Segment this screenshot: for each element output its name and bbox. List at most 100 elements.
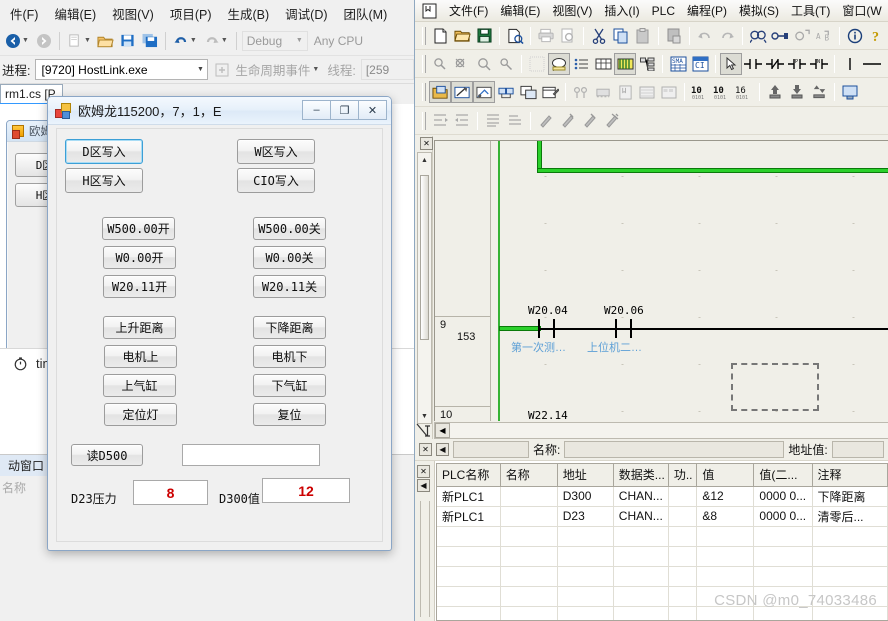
list-icon[interactable] <box>570 53 592 75</box>
contact-n-icon[interactable]: N <box>808 53 830 75</box>
new-item-dropdown-icon[interactable]: ▼ <box>84 37 91 44</box>
project-icon[interactable] <box>429 81 451 103</box>
cx-menu-simulation[interactable]: 模拟(S) <box>733 0 785 21</box>
contact-w2006-right-bar[interactable] <box>630 319 632 338</box>
col-comment[interactable]: 注释 <box>812 464 888 487</box>
vs-menu-debug[interactable]: 调试(D) <box>277 1 335 26</box>
window-icon[interactable] <box>517 81 539 103</box>
h-area-write-button[interactable]: H区写入 <box>65 168 143 193</box>
transfer-from-plc-icon[interactable] <box>786 81 808 103</box>
contact-w2004-right-bar[interactable] <box>553 319 555 338</box>
contact-p-icon[interactable]: P <box>786 53 808 75</box>
table-row[interactable]: 新PLC1 D300 CHAN... &12 0000 0... 下降距离 <box>437 486 888 507</box>
vs-autos-window-tab[interactable]: 动窗口 <box>0 455 54 476</box>
redo-dropdown-icon[interactable]: ▼ <box>221 37 228 44</box>
namebar-close-icon[interactable]: ✕ <box>419 443 432 456</box>
scroll-down-arrow-icon[interactable]: ▼ <box>420 411 429 421</box>
toolbar-grip-3[interactable] <box>422 83 426 101</box>
monitor-icon[interactable] <box>839 81 861 103</box>
compile-icon[interactable] <box>451 81 473 103</box>
locate-lamp-button[interactable]: 定位灯 <box>104 403 177 426</box>
ladder-horizontal-scrollbar[interactable]: ◀ <box>434 422 888 439</box>
vs-menu-build[interactable]: 生成(B) <box>219 1 277 26</box>
info-icon[interactable] <box>844 25 866 47</box>
platform-combo[interactable]: Any CPU <box>309 30 376 51</box>
omron-hostlink-dialog[interactable]: 欧姆龙115200，7，1，E – ❐ ✕ D区写入 H区写入 W区写入 CIO… <box>47 96 392 551</box>
undo-icon[interactable] <box>171 31 191 51</box>
thread-combo[interactable]: [259 <box>360 59 414 80</box>
col-plc-name[interactable]: PLC名称 <box>437 464 501 487</box>
contact-address[interactable]: W20.04 <box>528 304 568 317</box>
lifecycle-dropdown-icon[interactable]: ▼ <box>312 66 319 73</box>
print-preview-doc-icon[interactable] <box>504 25 526 47</box>
properties-icon[interactable] <box>539 81 561 103</box>
vs-menu-project[interactable]: 项目(P) <box>162 1 220 26</box>
comment-icon[interactable] <box>548 52 570 75</box>
build-config-combo[interactable]: Debug ▼ <box>241 30 308 51</box>
col-address[interactable]: 地址 <box>557 464 614 487</box>
d300-value[interactable]: 12 <box>262 478 350 503</box>
w2011-off-button[interactable]: W20.11关 <box>253 275 326 298</box>
omron-dialog-titlebar[interactable]: 欧姆龙115200，7，1，E – ❐ ✕ <box>48 97 391 125</box>
d-area-write-button[interactable]: D区写入 <box>65 139 143 164</box>
cx-menu-tools[interactable]: 工具(T) <box>785 0 836 21</box>
motor-up-button[interactable]: 电机上 <box>104 345 177 368</box>
panel-close-icon[interactable]: ✕ <box>420 136 433 150</box>
ladder-resize-icon[interactable] <box>416 423 432 439</box>
w0-on-button[interactable]: W0.00开 <box>103 246 176 269</box>
save-all-icon[interactable] <box>140 31 160 51</box>
table-row-empty[interactable] <box>437 526 888 547</box>
contact-w2004-left-bar[interactable] <box>538 319 540 338</box>
table-row[interactable]: 新PLC1 D23 CHAN... &8 0000 0... 清零后... <box>437 506 888 527</box>
help-icon[interactable]: ? <box>866 25 888 47</box>
cio-icon[interactable]: CI <box>689 53 711 75</box>
cx-menu-file[interactable]: 文件(F) <box>443 0 494 21</box>
w500-on-button[interactable]: W500.00开 <box>102 217 175 240</box>
w-area-write-button[interactable]: W区写入 <box>237 139 315 164</box>
read-d500-button[interactable]: 读D500 <box>71 444 143 466</box>
dec-10-icon[interactable]: 10 0101 <box>689 81 711 103</box>
col-datatype[interactable]: 数据类... <box>613 464 669 487</box>
vs-menu-file[interactable]: 件(F) <box>2 1 46 26</box>
back-dropdown-icon[interactable]: ▼ <box>22 37 29 44</box>
ladder-icon[interactable] <box>614 52 636 75</box>
save-icon[interactable] <box>118 31 138 51</box>
open-folder-icon[interactable] <box>96 31 116 51</box>
cx-menu-view[interactable]: 视图(V) <box>546 0 598 21</box>
cx-menu-plc[interactable]: PLC <box>646 2 681 20</box>
col-name[interactable]: 名称 <box>500 464 558 487</box>
cx-menu-edit[interactable]: 编辑(E) <box>494 0 546 21</box>
name-input[interactable] <box>564 441 785 458</box>
minimize-button[interactable]: – <box>302 100 331 120</box>
hline-icon[interactable] <box>861 53 883 75</box>
ladder-canvas[interactable]: 9 153 10 W20.04 W20.06 第一次测… 上位机二… W22.1… <box>434 140 888 421</box>
find-icon[interactable] <box>747 25 769 47</box>
toolbar-grip-2[interactable] <box>422 54 426 73</box>
watch-close-icon[interactable]: ✕ <box>417 465 430 478</box>
transfer-to-plc-icon[interactable] <box>764 81 786 103</box>
col-binvalue[interactable]: 值(二... <box>753 464 813 487</box>
scrollbar-thumb[interactable] <box>420 175 429 340</box>
toolbar-grip[interactable] <box>422 26 426 45</box>
cylinder-down-button[interactable]: 下气缸 <box>253 374 326 397</box>
col-value[interactable]: 值 <box>696 464 755 487</box>
toolbar-grip-4[interactable] <box>422 111 426 130</box>
new-file-icon[interactable] <box>429 25 451 47</box>
vs-menu-team[interactable]: 团队(M) <box>336 1 396 26</box>
contact-address[interactable]: W22.14 <box>528 409 568 421</box>
contact-w2006-left-bar[interactable] <box>615 319 617 338</box>
tree-icon[interactable] <box>636 53 658 75</box>
namebar-prev-icon[interactable]: ◀ <box>436 443 449 456</box>
contact-no-icon[interactable] <box>742 53 764 75</box>
rise-distance-button[interactable]: 上升距离 <box>103 316 176 339</box>
watch-prev-icon[interactable]: ◀ <box>417 479 430 492</box>
back-arrow-icon[interactable] <box>3 31 23 51</box>
hex-16-icon[interactable]: 16 0101 <box>733 81 755 103</box>
contact-nc-icon[interactable] <box>764 53 786 75</box>
contact-address[interactable]: W20.06 <box>604 304 644 317</box>
cx-menu-window[interactable]: 窗口(W <box>836 0 887 21</box>
vline-icon[interactable] <box>839 53 861 75</box>
save-icon[interactable] <box>473 25 495 47</box>
cut-icon[interactable] <box>588 25 610 47</box>
dec-10b-icon[interactable]: 10 0101 <box>711 81 733 103</box>
